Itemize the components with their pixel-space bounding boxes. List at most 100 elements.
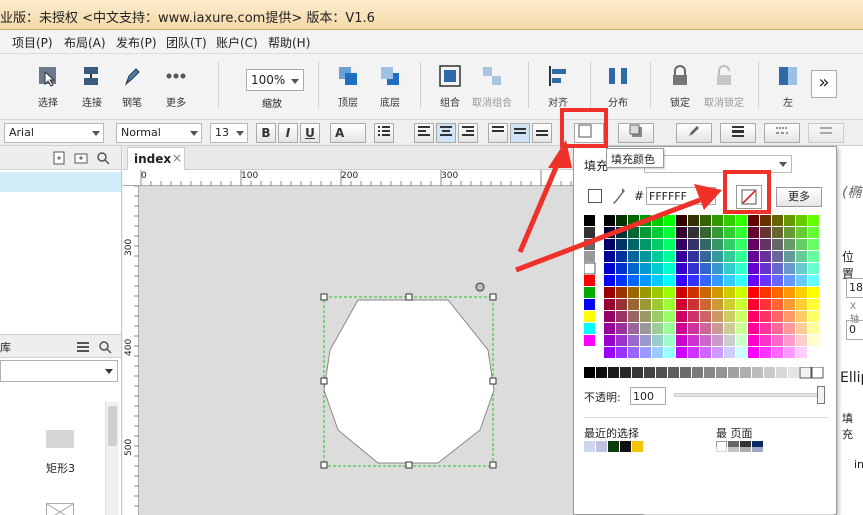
menu-publish[interactable]: 发布(P) [116,34,157,51]
menu-team[interactable]: 团队(T) [166,34,207,51]
scrollbar-thumb[interactable] [108,406,117,446]
ungroup-icon [480,64,504,88]
align-button[interactable]: 对齐 [530,64,586,109]
align-right-button[interactable] [458,123,478,143]
search-icon[interactable] [96,151,110,168]
font-color-button[interactable]: A [330,123,366,143]
line-style-button[interactable] [764,123,800,143]
current-color-swatch[interactable] [588,189,602,203]
library-label: 库 [0,341,11,354]
grayscale-row[interactable] [584,367,828,381]
toolbar-separator [758,62,759,108]
recent-colors-label: 最近的选择 [584,427,639,440]
italic-button[interactable]: I [278,123,298,143]
font-family-select[interactable]: Arial [4,123,104,143]
add-folder-icon[interactable] [74,151,88,168]
valign-top-button[interactable] [488,123,508,143]
lock-icon [668,64,692,88]
chevron-down-icon [92,131,100,136]
distribute-button[interactable]: 分布 [590,64,646,109]
font-size-select[interactable]: 13 [210,123,248,143]
more-colors-button[interactable]: 更多 [776,187,822,207]
list-icon [378,126,390,136]
search-icon[interactable] [98,340,112,357]
menu-icon[interactable] [76,340,90,357]
line-color-button[interactable] [676,123,712,143]
toolbar-separator [420,62,421,108]
left-button[interactable]: 左 [760,64,816,109]
bold-button[interactable]: B [256,123,276,143]
format-bar: Arial Normal 13 B I U A [0,120,863,146]
chevron-down-icon [105,369,113,374]
eyedropper-icon[interactable] [612,187,626,208]
send-back-icon [378,64,402,88]
more-tool[interactable]: 更多 [148,64,204,109]
send-to-back-button[interactable]: 底层 [362,64,418,109]
highlight-box [560,108,608,148]
selected-page-row[interactable] [0,172,121,192]
align-center-button[interactable] [436,123,456,143]
add-page-icon[interactable] [52,151,66,168]
chevron-down-icon [291,79,299,84]
line-width-icon [732,126,744,137]
valign-bottom-button[interactable] [532,123,552,143]
library-scrollbar[interactable] [105,402,119,515]
unlock-button[interactable]: 取消锁定 [696,64,752,109]
double-chevron-right-icon: » [818,72,830,93]
align-left-icon [418,126,430,136]
ellipse-shape[interactable] [318,280,500,470]
zoom-label: 缩放 [262,99,282,110]
highlight-box [723,170,771,214]
rotate-handle[interactable] [475,282,485,292]
chevron-down-icon [779,162,787,167]
library-header: 库 [0,334,121,358]
opacity-input[interactable]: 100 [630,387,666,405]
arrow-style-button[interactable] [808,123,844,143]
window-title: 业版：未授权 <中文支持：www.iaxure.com提供> 版本：V1.6 [0,11,375,26]
image-widget-icon[interactable] [46,503,74,515]
shadow-icon [629,124,642,137]
title-bar: 业版：未授权 <中文支持：www.iaxure.com提供> 版本：V1.6 [0,0,863,30]
x-field[interactable]: 18 [846,278,863,298]
rectangle-widget-icon[interactable] [46,430,74,448]
toolbar-separator [650,62,651,108]
watermark-overlay [644,447,834,515]
color-palette[interactable] [584,215,828,383]
valign-middle-button[interactable] [510,123,530,143]
slider-handle[interactable] [817,386,825,404]
tab-index[interactable]: index × [127,147,185,170]
widget-label: 矩形3 [46,462,75,475]
underline-button[interactable]: U [300,123,320,143]
shadow-button[interactable] [618,123,654,143]
arrow-style-icon [820,127,832,134]
bullet-list-button[interactable] [374,123,394,143]
library-select[interactable] [0,360,118,382]
align-center-icon [440,126,452,136]
menu-help[interactable]: 帮助(H) [268,34,310,51]
ruler-label: 300 [124,238,134,256]
ungroup-button[interactable]: 取消组合 [464,64,520,109]
fill-label: 填充 [584,159,609,173]
hex-input[interactable]: FFFFFF [646,187,716,205]
line-width-button[interactable] [720,123,756,143]
y-field[interactable]: 0 [846,320,863,340]
font-color-icon: A [335,126,345,140]
hash-label: # [634,189,645,203]
align-right-icon [462,126,474,136]
menu-project[interactable]: 项目(P) [12,34,53,51]
ruler-label: 200 [341,171,359,181]
ruler-horizontal: 0 100 200 300 [123,170,573,186]
font-style-select[interactable]: Normal [116,123,202,143]
menu-layout[interactable]: 布局(A) [64,34,106,51]
ellipse-body[interactable] [323,299,495,464]
align-left-button[interactable] [414,123,434,143]
zoom-select[interactable]: 100% [246,69,304,91]
opacity-slider[interactable] [674,386,825,404]
chevron-down-icon [236,131,244,136]
close-icon[interactable]: × [172,151,182,165]
ruler-label: 300 [441,171,459,181]
menu-account[interactable]: 账户(C) [216,34,258,51]
expand-toolbar-button[interactable]: » [811,70,837,98]
ruler-label: 500 [124,438,134,456]
connect-icon [80,64,104,88]
